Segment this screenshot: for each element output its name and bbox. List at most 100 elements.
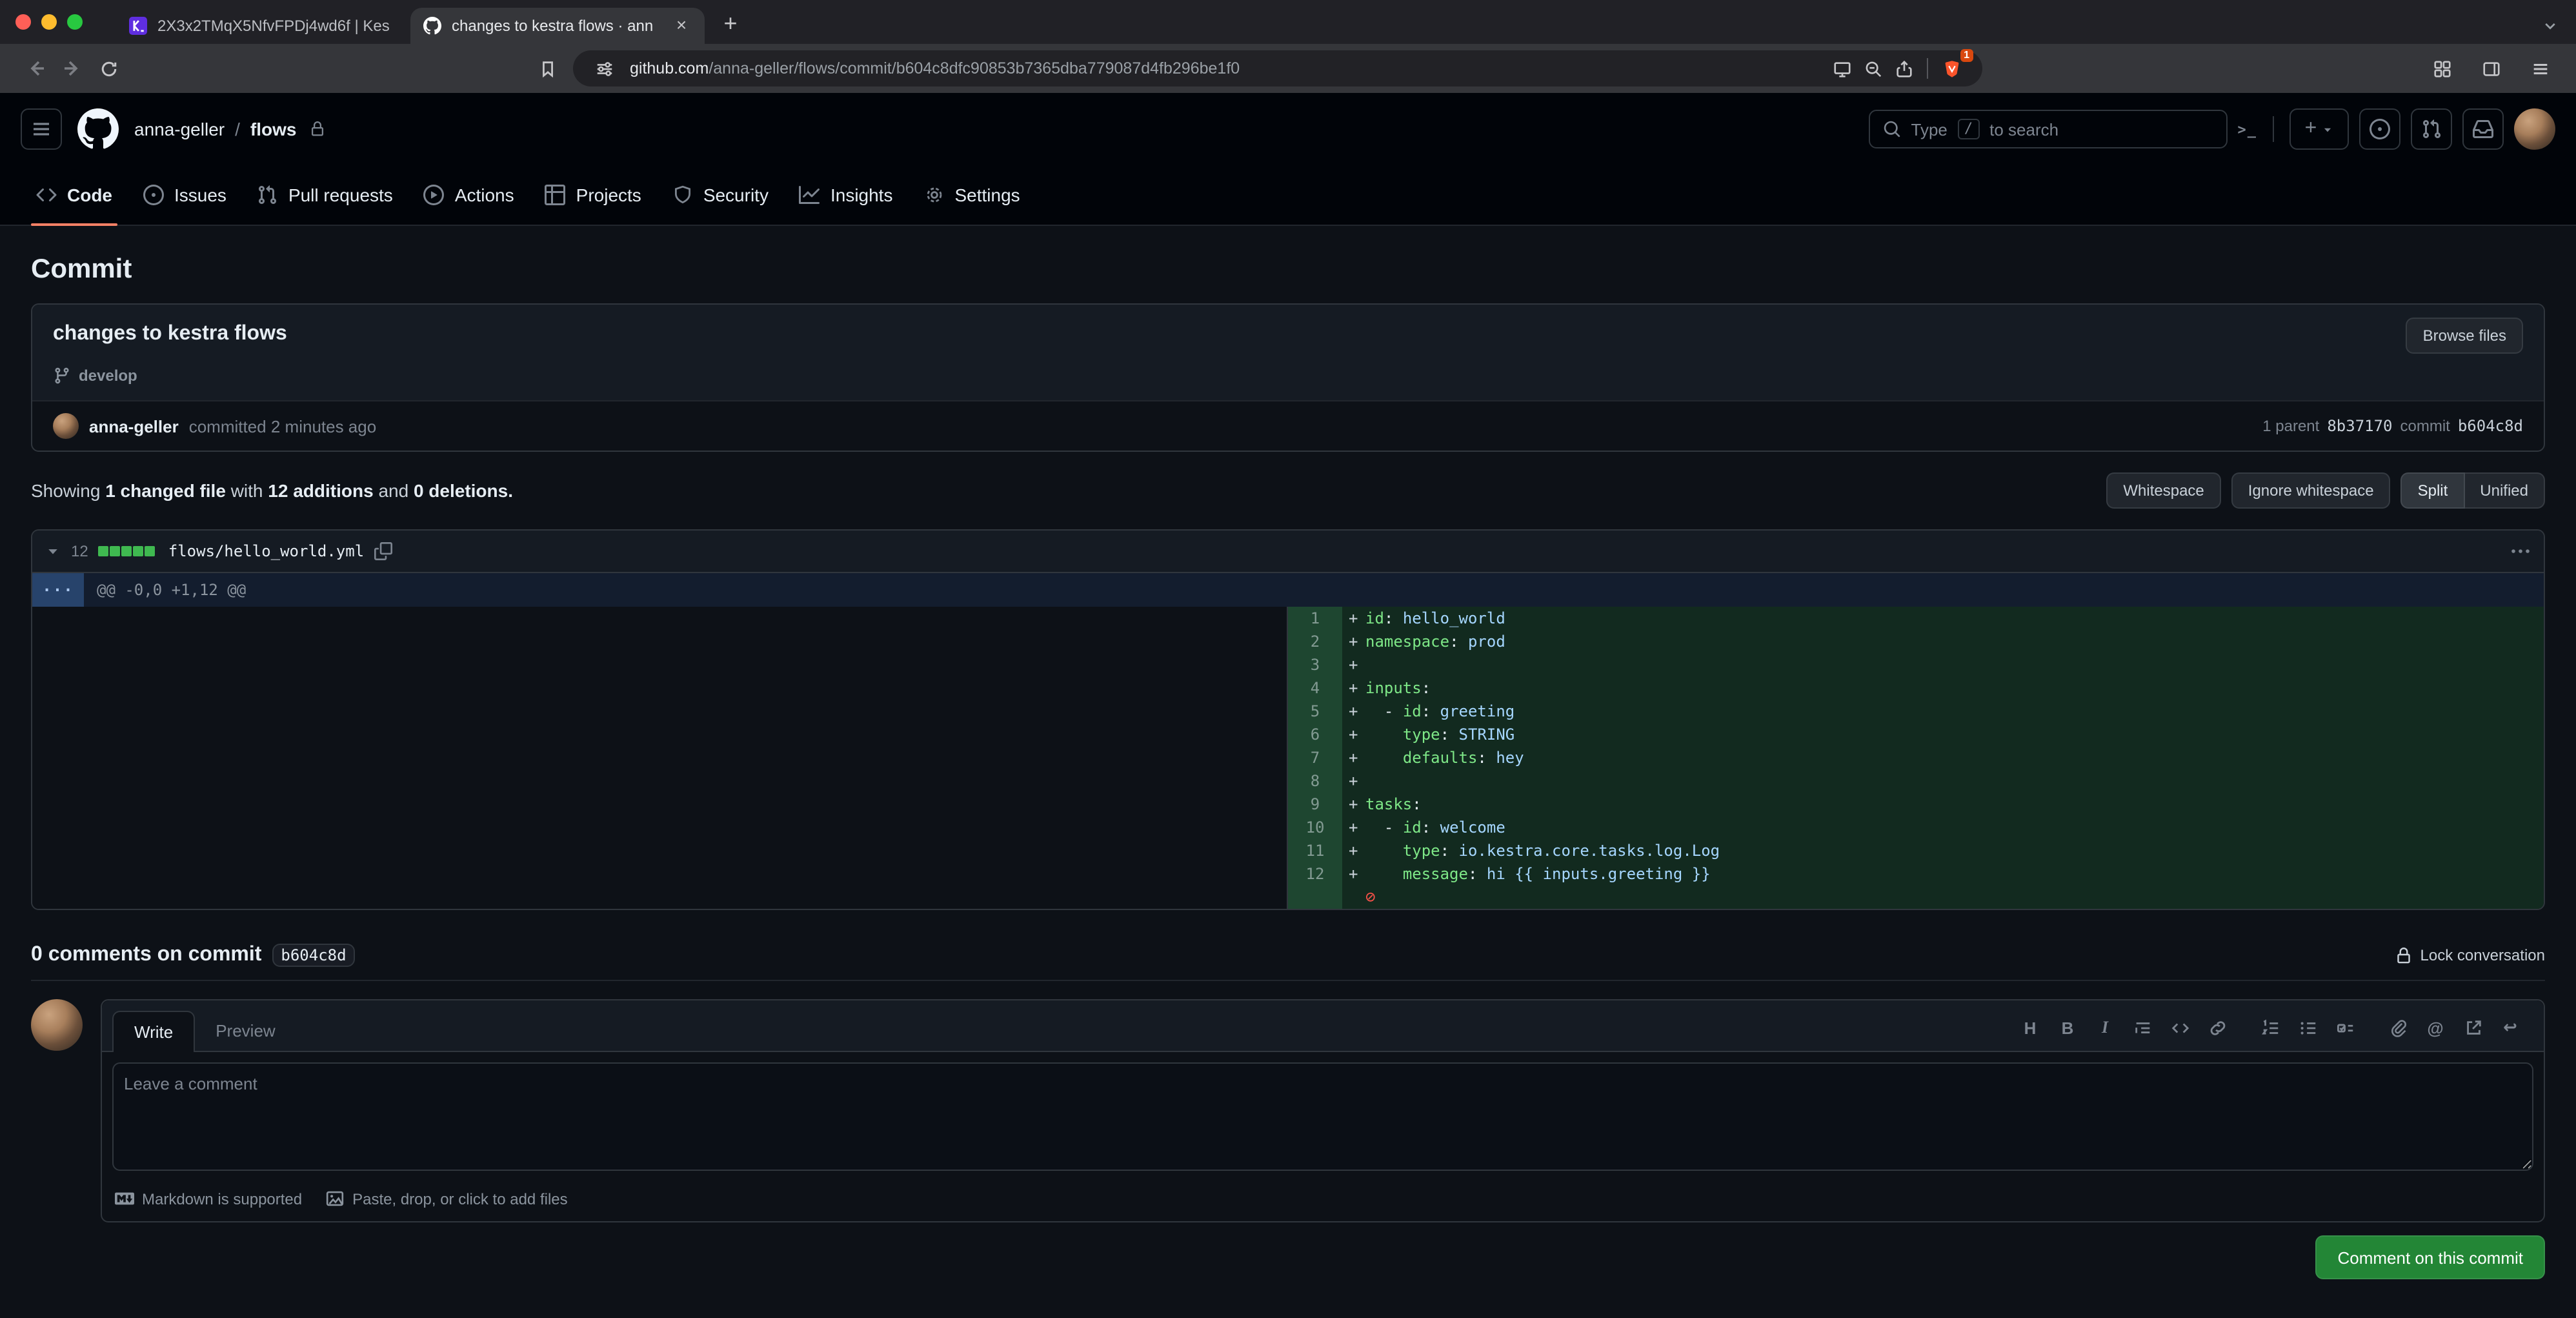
line-number[interactable]: 2	[1288, 630, 1342, 653]
ignore-whitespace-button[interactable]: Ignore whitespace	[2231, 472, 2391, 509]
commit-label: commit	[2400, 417, 2450, 435]
pull-request-icon	[257, 185, 278, 205]
split-view-button[interactable]: Split	[2400, 472, 2465, 509]
cross-reference-icon[interactable]	[2462, 1017, 2483, 1038]
browser-tab-github[interactable]: changes to kestra flows · ann ×	[410, 8, 705, 44]
diff-line: 3 +	[1288, 653, 2544, 676]
file-options-kebab-icon[interactable]	[2510, 541, 2531, 562]
line-number[interactable]: 8	[1288, 769, 1342, 793]
line-number[interactable]: 7	[1288, 746, 1342, 769]
zoom-icon[interactable]	[1857, 53, 1888, 84]
quote-icon[interactable]	[2132, 1017, 2153, 1038]
tab-issues[interactable]: Issues	[128, 165, 242, 225]
bold-icon[interactable]: B	[2057, 1017, 2078, 1038]
lock-conversation-button[interactable]: Lock conversation	[2396, 946, 2545, 964]
tab-settings[interactable]: Settings	[908, 165, 1035, 225]
menu-icon[interactable]	[2522, 50, 2558, 86]
line-number[interactable]: 9	[1288, 793, 1342, 816]
tab-security[interactable]: Security	[657, 165, 784, 225]
breadcrumb-repo[interactable]: flows	[250, 119, 297, 139]
cast-icon[interactable]	[1826, 53, 1857, 84]
commit-message: changes to kestra flows	[53, 323, 287, 345]
tab-code[interactable]: Code	[21, 165, 128, 226]
window-zoom-button[interactable]	[67, 14, 83, 30]
branch-name[interactable]: develop	[79, 367, 137, 385]
author-login[interactable]: anna-geller	[89, 416, 179, 436]
line-number[interactable]: 10	[1288, 816, 1342, 839]
tab-close-icon[interactable]: ×	[671, 15, 692, 36]
plus-icon: +	[2304, 117, 2317, 139]
create-new-button[interactable]: +	[2289, 108, 2349, 150]
inbox-button[interactable]	[2462, 108, 2504, 150]
markdown-supported-hint[interactable]: Markdown is supported	[115, 1189, 302, 1208]
pull-requests-dashboard-button[interactable]	[2411, 108, 2452, 150]
url-text[interactable]: github.com/anna-geller/flows/commit/b604…	[630, 59, 1240, 77]
tab-search-chevron-icon[interactable]	[2542, 18, 2558, 34]
file-path[interactable]: flows/hello_world.yml	[168, 542, 364, 560]
command-palette-icon[interactable]: >_	[2238, 121, 2258, 137]
extensions-icon[interactable]	[2424, 50, 2460, 86]
italic-icon[interactable]: I	[2095, 1017, 2115, 1038]
line-number[interactable]: 4	[1288, 676, 1342, 700]
heading-icon[interactable]: H	[2020, 1017, 2040, 1038]
breadcrumb-owner[interactable]: anna-geller	[134, 119, 225, 139]
line-number[interactable]: 12	[1288, 862, 1342, 886]
copy-path-icon[interactable]	[374, 542, 393, 560]
changed-lines-count: 12	[71, 542, 88, 560]
link-icon[interactable]	[2207, 1017, 2228, 1038]
line-number[interactable]: 6	[1288, 723, 1342, 746]
url-domain: github.com	[630, 59, 709, 77]
code-snippet-icon[interactable]	[2169, 1017, 2190, 1038]
task-list-icon[interactable]	[2335, 1017, 2355, 1038]
new-tab-button[interactable]: +	[712, 5, 749, 41]
browser-tab-kestra[interactable]: 2X3x2TMqX5NfvFPDj4wd6f | Kes	[116, 8, 410, 44]
back-button[interactable]	[18, 50, 54, 86]
comment-textarea[interactable]	[112, 1062, 2533, 1171]
slash-key-hint: /	[1957, 119, 1980, 139]
tab-actions[interactable]: Actions	[408, 165, 530, 225]
attach-file-icon[interactable]	[2388, 1017, 2408, 1038]
browse-files-button[interactable]: Browse files	[2406, 318, 2523, 354]
window-close-button[interactable]	[15, 14, 31, 30]
diff-line: 7 + defaults: hey	[1288, 746, 2544, 769]
breadcrumb-separator: /	[235, 119, 240, 139]
window-minimize-button[interactable]	[41, 14, 57, 30]
expand-hunk-button[interactable]: ···	[32, 573, 84, 607]
reload-button[interactable]	[90, 50, 126, 86]
code-cell	[1365, 653, 2544, 676]
markdown-icon	[115, 1189, 134, 1208]
attach-files-hint[interactable]: Paste, drop, or click to add files	[325, 1189, 568, 1208]
user-avatar[interactable]	[2514, 108, 2555, 150]
tab-projects[interactable]: Projects	[530, 165, 657, 225]
collapse-chevron-icon[interactable]	[45, 543, 61, 559]
share-icon[interactable]	[1888, 53, 1919, 84]
commit-sha: b604c8d	[2457, 417, 2523, 435]
search-placeholder-pre: Type	[1911, 119, 1947, 139]
bullet-list-icon[interactable]	[2297, 1017, 2318, 1038]
parent-sha[interactable]: 8b37170	[2327, 417, 2392, 435]
bookmark-icon[interactable]	[529, 50, 565, 86]
forward-button[interactable]	[54, 50, 90, 86]
tab-write[interactable]: Write	[112, 1011, 196, 1052]
whitespace-button[interactable]: Whitespace	[2106, 472, 2221, 509]
sidebar-icon[interactable]	[2473, 50, 2509, 86]
line-number[interactable]: 1	[1288, 607, 1342, 630]
numbered-list-icon[interactable]	[2260, 1017, 2280, 1038]
global-search-input[interactable]: Type / to search	[1868, 110, 2228, 148]
tab-insights[interactable]: Insights	[784, 165, 909, 225]
author-avatar[interactable]	[53, 413, 79, 439]
tab-preview[interactable]: Preview	[195, 1011, 296, 1051]
tab-pull-requests[interactable]: Pull requests	[242, 165, 408, 225]
line-number[interactable]: 11	[1288, 839, 1342, 862]
saved-replies-icon[interactable]: ↩	[2500, 1017, 2521, 1038]
global-nav-menu-button[interactable]	[21, 108, 62, 150]
github-logo[interactable]	[77, 108, 119, 150]
address-bar[interactable]: github.com/anna-geller/flows/commit/b604…	[573, 49, 1982, 86]
unified-view-button[interactable]: Unified	[2464, 472, 2545, 509]
brave-shield-icon[interactable]: 1	[1936, 49, 1973, 84]
site-settings-icon[interactable]	[589, 53, 619, 84]
mention-icon[interactable]: @	[2425, 1017, 2446, 1038]
line-number[interactable]: 5	[1288, 700, 1342, 723]
issues-dashboard-button[interactable]	[2359, 108, 2400, 150]
line-number[interactable]: 3	[1288, 653, 1342, 676]
